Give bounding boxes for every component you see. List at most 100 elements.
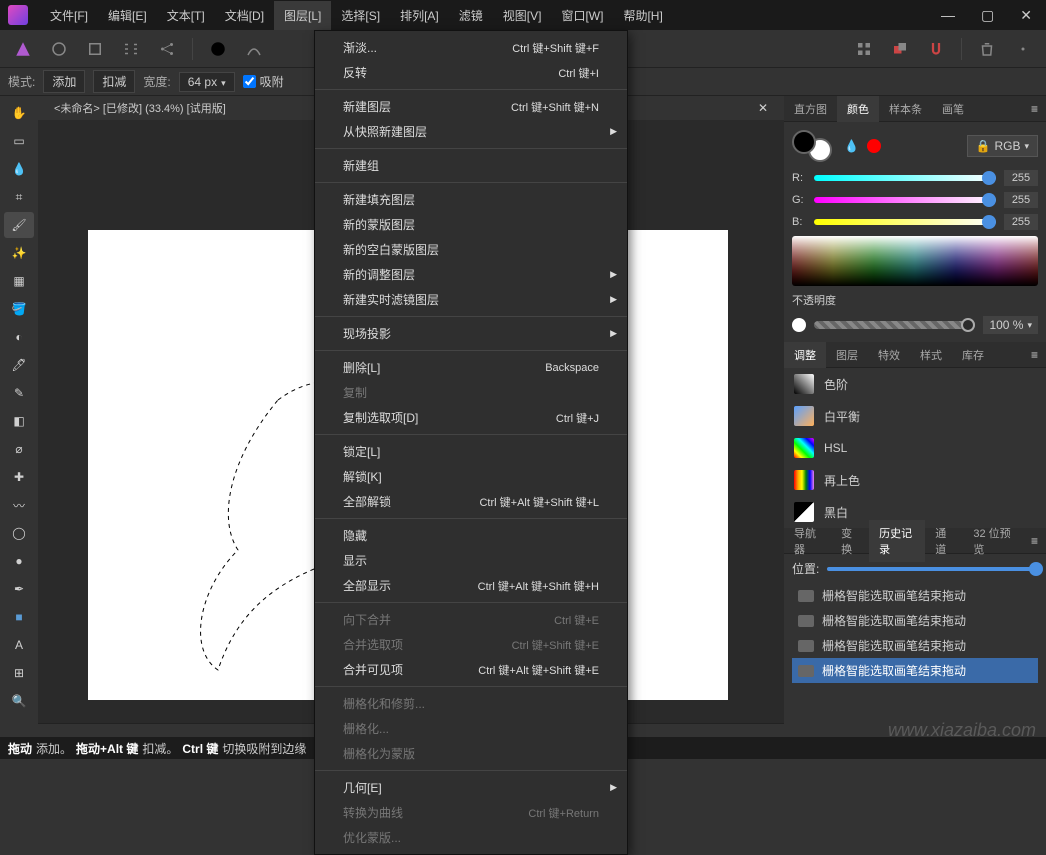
menu-item[interactable]: 全部解锁Ctrl 键+Alt 键+Shift 键+L bbox=[315, 489, 627, 514]
snap-icon[interactable] bbox=[921, 34, 951, 64]
tab-样式[interactable]: 样式 bbox=[910, 342, 952, 368]
curves-icon[interactable] bbox=[239, 34, 269, 64]
dodge-tool-icon[interactable]: ◯ bbox=[4, 520, 34, 546]
tab-库存[interactable]: 库存 bbox=[952, 342, 994, 368]
adjustment-item[interactable]: 白平衡 bbox=[784, 400, 1046, 432]
eyedropper-icon[interactable]: 💧 bbox=[844, 139, 859, 153]
share-icon[interactable] bbox=[152, 34, 182, 64]
text-tool-icon[interactable]: A bbox=[4, 632, 34, 658]
shape-tool-icon[interactable]: ■ bbox=[4, 604, 34, 630]
history-item[interactable]: 栅格智能选取画笔结束拖动 bbox=[792, 633, 1038, 658]
lens-icon[interactable] bbox=[44, 34, 74, 64]
gradient-tool-icon[interactable]: ◐ bbox=[4, 324, 34, 350]
menu-选择[interactable]: 选择[S] bbox=[331, 1, 390, 30]
persona-photo-icon[interactable] bbox=[8, 34, 38, 64]
menu-item[interactable]: 删除[L]Backspace bbox=[315, 355, 627, 380]
brush-tool-icon[interactable]: 🖊 bbox=[4, 352, 34, 378]
menu-视图[interactable]: 视图[V] bbox=[493, 1, 552, 30]
menu-窗口[interactable]: 窗口[W] bbox=[551, 1, 613, 30]
menu-item[interactable]: 锁定[L] bbox=[315, 439, 627, 464]
width-value[interactable]: 64 px▾ bbox=[179, 72, 235, 92]
tab-图层[interactable]: 图层 bbox=[826, 342, 868, 368]
panel-menu-icon[interactable]: ≡ bbox=[1023, 534, 1046, 548]
panel-menu-icon[interactable]: ≡ bbox=[1023, 102, 1046, 116]
tab-调整[interactable]: 调整 bbox=[784, 342, 826, 368]
menu-图层[interactable]: 图层[L] bbox=[274, 1, 331, 30]
adjustment-item[interactable]: HSL bbox=[784, 432, 1046, 464]
opacity-value[interactable]: 100 %▾ bbox=[983, 316, 1038, 334]
history-item[interactable]: 栅格智能选取画笔结束拖动 bbox=[792, 608, 1038, 633]
opacity-slider[interactable] bbox=[814, 321, 975, 329]
menu-item[interactable]: 渐淡...Ctrl 键+Shift 键+F bbox=[315, 35, 627, 60]
grid-icon[interactable] bbox=[849, 34, 879, 64]
menu-item[interactable]: 几何[E]▶ bbox=[315, 775, 627, 800]
selection-brush-tool-icon[interactable]: 🖌 bbox=[4, 212, 34, 238]
burn-tool-icon[interactable]: ● bbox=[4, 548, 34, 574]
menu-文件[interactable]: 文件[F] bbox=[40, 1, 98, 30]
eyedropper-tool-icon[interactable]: 💧 bbox=[4, 156, 34, 182]
color-spectrum[interactable] bbox=[792, 236, 1038, 286]
tab-画笔[interactable]: 画笔 bbox=[932, 96, 974, 122]
foreground-background-swatch[interactable] bbox=[792, 130, 836, 162]
tab-颜色[interactable]: 颜色 bbox=[837, 96, 879, 122]
menu-文档[interactable]: 文档[D] bbox=[215, 1, 274, 30]
pointer-tool-icon[interactable]: ▭ bbox=[4, 128, 34, 154]
pencil-tool-icon[interactable]: ✎ bbox=[4, 380, 34, 406]
color-mode-select[interactable]: 🔒 RGB ▾ bbox=[967, 135, 1039, 157]
mode-add-button[interactable]: 添加 bbox=[43, 70, 85, 93]
menu-item[interactable]: 新建图层Ctrl 键+Shift 键+N bbox=[315, 94, 627, 119]
crop-tool-icon[interactable]: ⌗ bbox=[4, 184, 34, 210]
menu-帮助[interactable]: 帮助[H] bbox=[613, 1, 672, 30]
menu-item[interactable]: 合并可见项Ctrl 键+Alt 键+Shift 键+E bbox=[315, 657, 627, 682]
menu-滤镜[interactable]: 滤镜 bbox=[449, 1, 493, 30]
tab-特效[interactable]: 特效 bbox=[868, 342, 910, 368]
channel-r-slider[interactable]: R:255 bbox=[792, 170, 1038, 186]
trash-icon[interactable] bbox=[972, 34, 1002, 64]
sample-swatch[interactable] bbox=[867, 139, 881, 153]
picker-icon[interactable] bbox=[1008, 34, 1038, 64]
menu-item[interactable]: 新建组 bbox=[315, 153, 627, 178]
menu-item[interactable]: 新建实时滤镜图层▶ bbox=[315, 287, 627, 312]
smudge-tool-icon[interactable]: 〰 bbox=[4, 492, 34, 518]
minimize-button[interactable]: — bbox=[935, 7, 961, 24]
menu-文本[interactable]: 文本[T] bbox=[157, 1, 215, 30]
magic-tool-icon[interactable]: ✨ bbox=[4, 240, 34, 266]
mode-subtract-button[interactable]: 扣减 bbox=[93, 70, 135, 93]
flood-tool-icon[interactable]: 🪣 bbox=[4, 296, 34, 322]
menu-item[interactable]: 显示 bbox=[315, 548, 627, 573]
menu-排列[interactable]: 排列[A] bbox=[390, 1, 449, 30]
close-button[interactable]: ✕ bbox=[1014, 7, 1038, 24]
adjustment-item[interactable]: 色阶 bbox=[784, 368, 1046, 400]
clone-tool-icon[interactable]: ⌀ bbox=[4, 436, 34, 462]
history-item[interactable]: 栅格智能选取画笔结束拖动 bbox=[792, 658, 1038, 683]
tab-样本条[interactable]: 样本条 bbox=[879, 96, 932, 122]
menu-item[interactable]: 新的空白蒙版图层 bbox=[315, 237, 627, 262]
adjustment-item[interactable]: 再上色 bbox=[784, 464, 1046, 496]
tab-直方图[interactable]: 直方图 bbox=[784, 96, 837, 122]
menu-item[interactable]: 新建填充图层 bbox=[315, 187, 627, 212]
pen-tool-icon[interactable]: ✒ bbox=[4, 576, 34, 602]
snap-checkbox[interactable]: 吸附 bbox=[243, 73, 284, 90]
menu-item[interactable]: 解锁[K] bbox=[315, 464, 627, 489]
maximize-button[interactable]: ▢ bbox=[975, 7, 1000, 24]
cube-icon[interactable] bbox=[80, 34, 110, 64]
color-wheel-icon[interactable] bbox=[203, 34, 233, 64]
menu-item[interactable]: 从快照新建图层▶ bbox=[315, 119, 627, 144]
menu-item[interactable]: 反转Ctrl 键+I bbox=[315, 60, 627, 85]
align-icon[interactable] bbox=[116, 34, 146, 64]
eraser-tool-icon[interactable]: ◧ bbox=[4, 408, 34, 434]
tab-close-icon[interactable]: ✕ bbox=[750, 101, 776, 115]
history-item[interactable]: 栅格智能选取画笔结束拖动 bbox=[792, 583, 1038, 608]
menu-编辑[interactable]: 编辑[E] bbox=[98, 1, 157, 30]
position-slider[interactable] bbox=[827, 567, 1038, 571]
heal-tool-icon[interactable]: ✚ bbox=[4, 464, 34, 490]
menu-item[interactable]: 隐藏 bbox=[315, 523, 627, 548]
menu-item[interactable]: 新的蒙版图层 bbox=[315, 212, 627, 237]
panel-menu-icon[interactable]: ≡ bbox=[1023, 348, 1046, 362]
menu-item[interactable]: 新的调整图层▶ bbox=[315, 262, 627, 287]
document-tab[interactable]: <未命名> [已修改] (33.4%) [试用版] bbox=[46, 96, 234, 120]
mesh-tool-icon[interactable]: ⊞ bbox=[4, 660, 34, 686]
channel-b-slider[interactable]: B:255 bbox=[792, 214, 1038, 230]
zoom-tool-icon[interactable]: 🔍 bbox=[4, 688, 34, 714]
channel-g-slider[interactable]: G:255 bbox=[792, 192, 1038, 208]
